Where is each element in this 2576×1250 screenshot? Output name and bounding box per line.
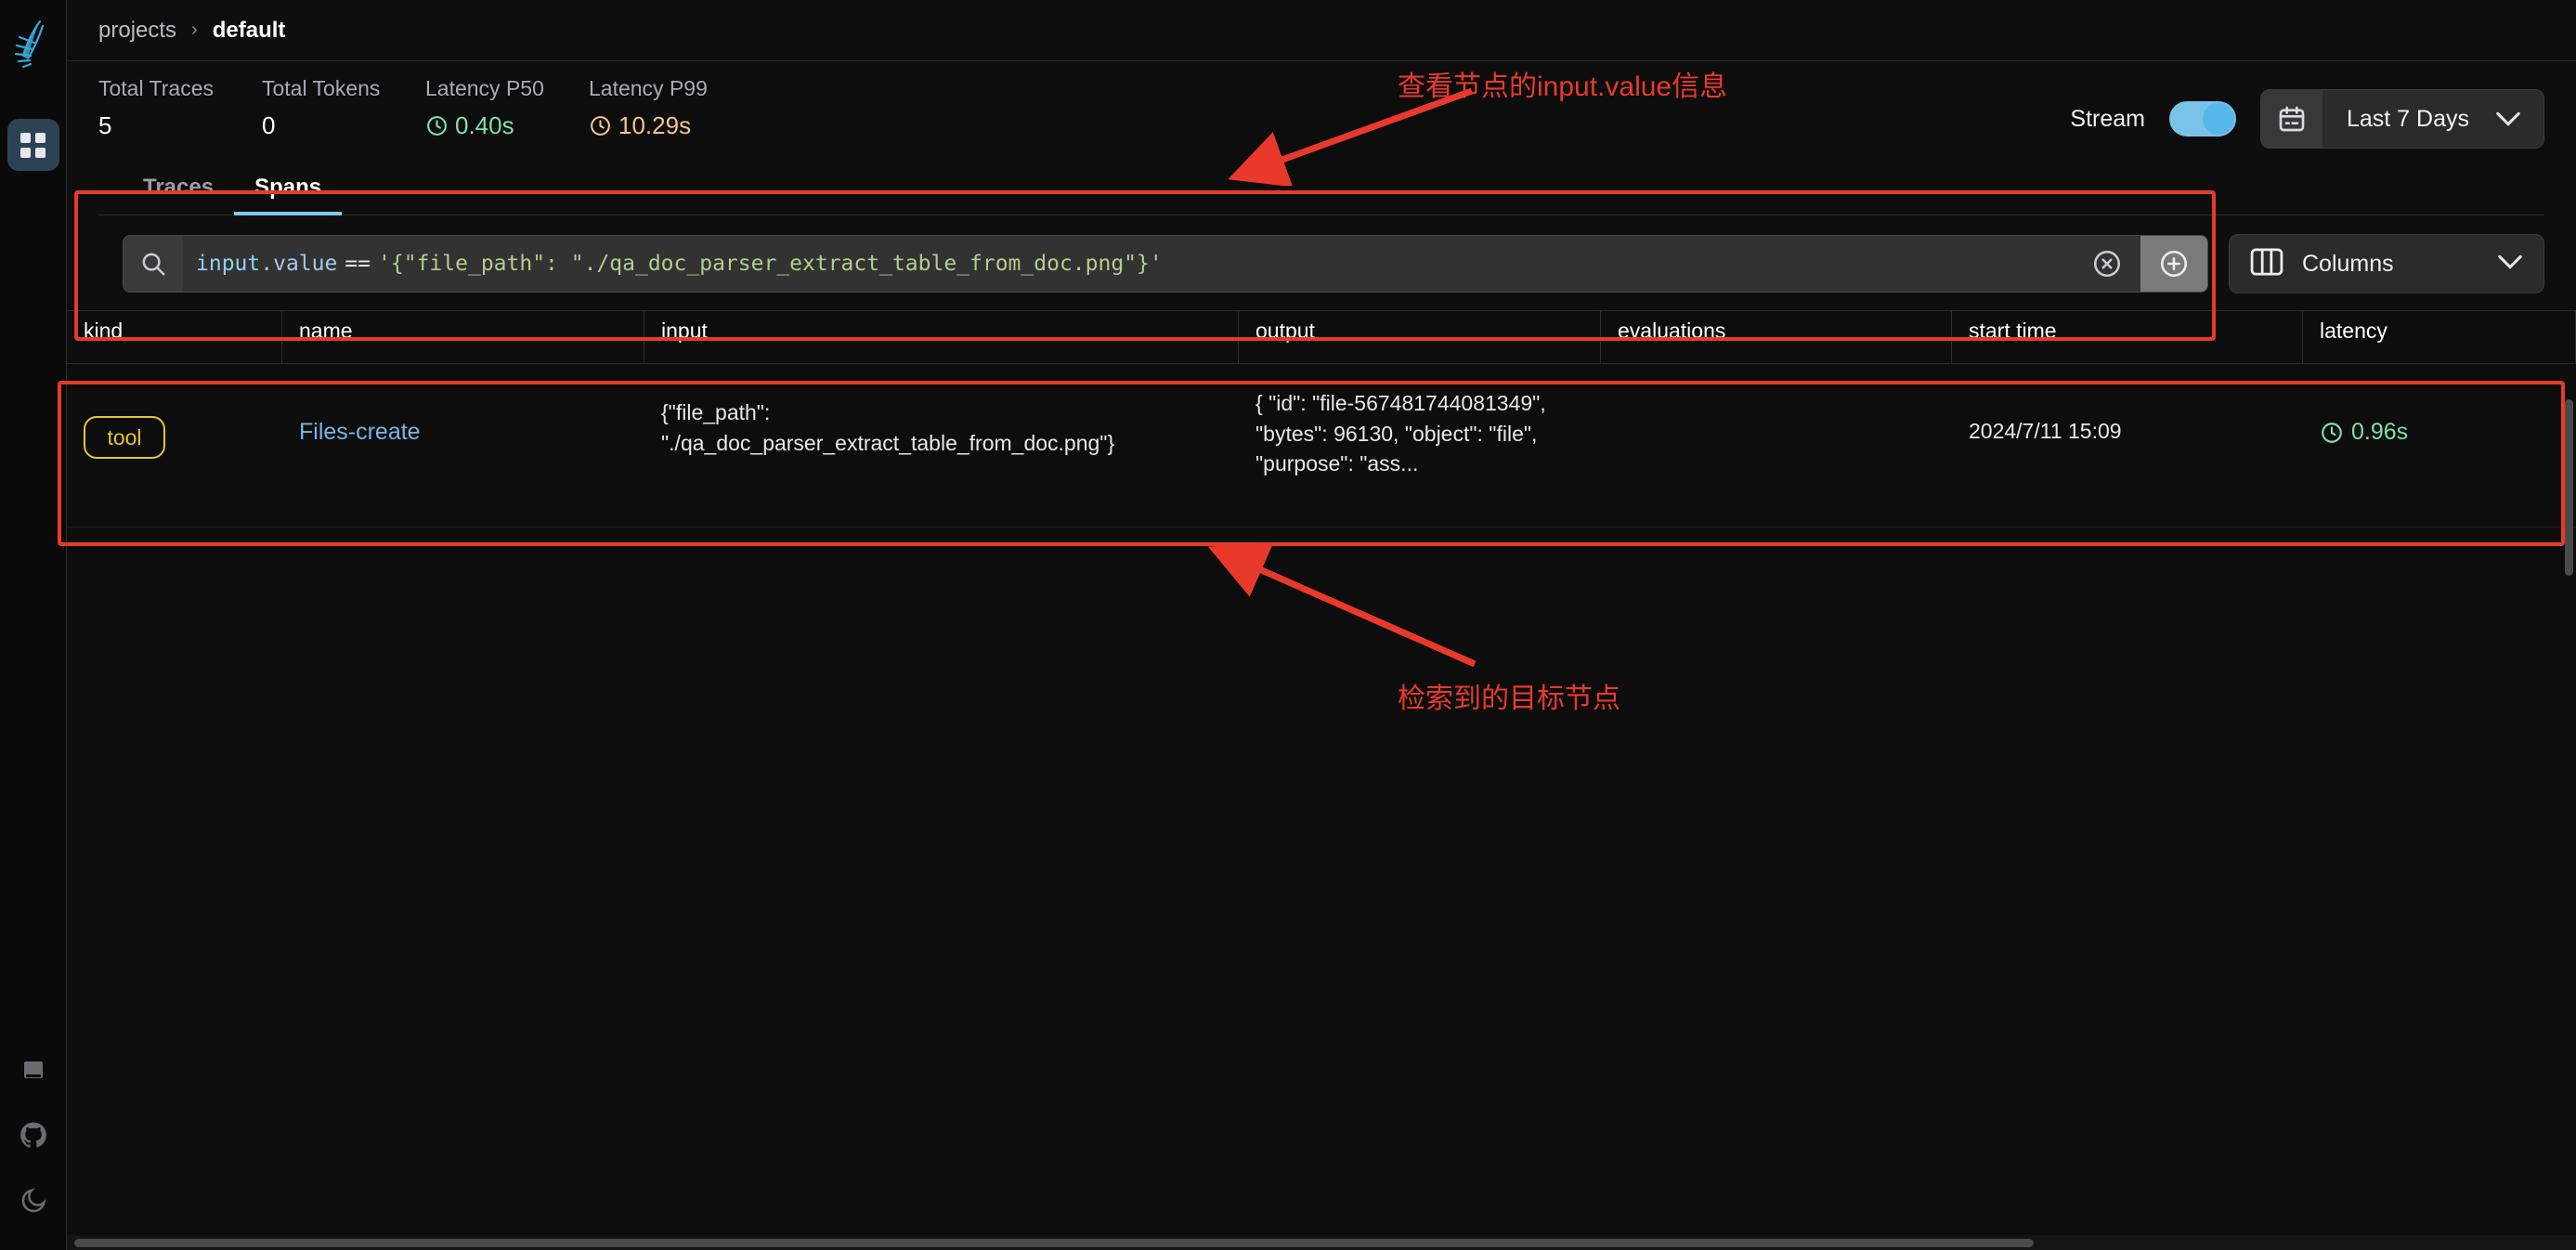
query-token-operator: == [345,252,371,276]
calendar-icon [2260,90,2322,148]
column-header-evaluations[interactable]: evaluations [1601,311,1952,363]
stream-label: Stream [2070,105,2145,132]
vertical-scrollbar[interactable] [2565,399,2573,576]
cell-name: Files-create [282,364,644,527]
clock-icon [427,116,447,136]
latency-value-wrap: 0.96s [2320,416,2556,449]
cell-evaluations [1601,364,1952,527]
metric-value: 10.29s [618,111,692,139]
search-input[interactable]: input .value == '{"file_path": "./qa_doc_pa… [183,236,2074,292]
chevron-down-icon [2497,254,2523,275]
clock-icon [2322,422,2342,443]
metric-value-wrap: 0.40s [425,111,589,140]
columns-button-label: Columns [2302,250,2394,277]
span-name-link[interactable]: Files-create [299,419,421,445]
column-header-input[interactable]: input [644,311,1239,363]
table-header-row: kind name input output evaluations start… [67,310,2576,364]
cell-output: { "id": "file-567481744081349", "bytes":… [1255,391,1546,476]
breadcrumb-projects[interactable]: projects [98,18,176,44]
metric-value: 0 [262,111,276,139]
metric-total-traces: Total Traces 5 [98,76,262,140]
spans-table: kind name input output evaluations start… [67,310,2576,527]
column-header-kind[interactable]: kind [67,311,282,363]
status-badge: tool [84,416,165,459]
breadcrumb-separator-icon: › [191,20,198,40]
metric-latency-p50: Latency P50 0.40s [425,76,589,140]
column-header-name[interactable]: name [282,311,644,363]
grid-dashboard-icon[interactable] [7,119,59,171]
clear-circle-icon[interactable] [2074,236,2140,292]
header-controls: Stream Last 7 Days [2070,89,2544,149]
query-token-property: input [196,252,261,276]
query-token-string: '{"file_path": "./qa_doc_parser_extract_… [378,252,1163,276]
columns-icon [2250,247,2283,281]
cell-start-time: 2024/7/11 15:09 [1969,419,2122,443]
spans-panel: Traces Spans input .value == '{"file_path":… [67,162,2576,310]
stream-toggle[interactable] [2168,101,2236,137]
metric-total-tokens: Total Tokens 0 [262,76,425,140]
metric-label: Total Traces [98,76,214,100]
sidebar-item-projects[interactable] [7,119,59,171]
metric-value: 0.40s [455,111,514,139]
metric-latency-p99: Latency P99 10.29s [589,76,752,140]
left-rail [0,0,67,1250]
tab-spans[interactable]: Spans [234,162,343,215]
chevron-down-icon [2495,90,2543,148]
horizontal-scrollbar[interactable] [67,1235,2576,1250]
scrollbar-thumb[interactable] [74,1239,2034,1247]
breadcrumb: projects › default [67,0,2576,61]
filter-search-box[interactable]: input .value == '{"file_path": "./qa_doc_pa… [123,235,2208,293]
app-root: projects › default Total Traces 5 Total … [0,0,2576,1250]
date-range-picker[interactable]: Last 7 Days [2259,89,2544,149]
search-row: input .value == '{"file_path": "./qa_doc_pa… [98,215,2544,310]
book-icon[interactable] [18,1055,49,1087]
column-header-start-time[interactable]: start time [1952,311,2303,363]
clock-icon [591,116,610,136]
tab-traces[interactable]: Traces [123,162,234,215]
metric-value-wrap: 10.29s [589,111,752,140]
column-header-output[interactable]: output [1239,311,1601,363]
metric-label: Total Tokens [262,76,381,100]
query-token-field: .value [260,252,338,276]
github-icon[interactable] [18,1120,49,1152]
stream-toggle-knob [2202,103,2234,135]
main-area: projects › default Total Traces 5 Total … [67,0,2576,1250]
cell-latency: 0.96s [2303,364,2576,527]
date-range-label: Last 7 Days [2346,105,2469,132]
search-icon [124,236,183,292]
metric-value: 5 [98,111,112,139]
moon-icon[interactable] [18,1185,49,1217]
column-header-latency[interactable]: latency [2303,311,2576,363]
add-circle-icon[interactable] [2140,236,2207,292]
phoenix-logo-icon[interactable] [10,17,57,74]
latency-value: 0.96s [2351,419,2409,445]
cell-input: {"file_path": "./qa_doc_parser_extract_t… [661,400,1115,455]
columns-button[interactable]: Columns [2229,234,2544,293]
metric-label: Latency P50 [425,76,544,100]
table-row[interactable]: tool Files-create {"file_path": "./qa_do… [67,364,2576,527]
cell-kind: tool [67,364,282,527]
tab-bar: Traces Spans [98,162,2544,215]
breadcrumb-current: default [212,17,286,43]
rail-bottom-group [18,1055,49,1250]
metric-label: Latency P99 [589,76,708,100]
